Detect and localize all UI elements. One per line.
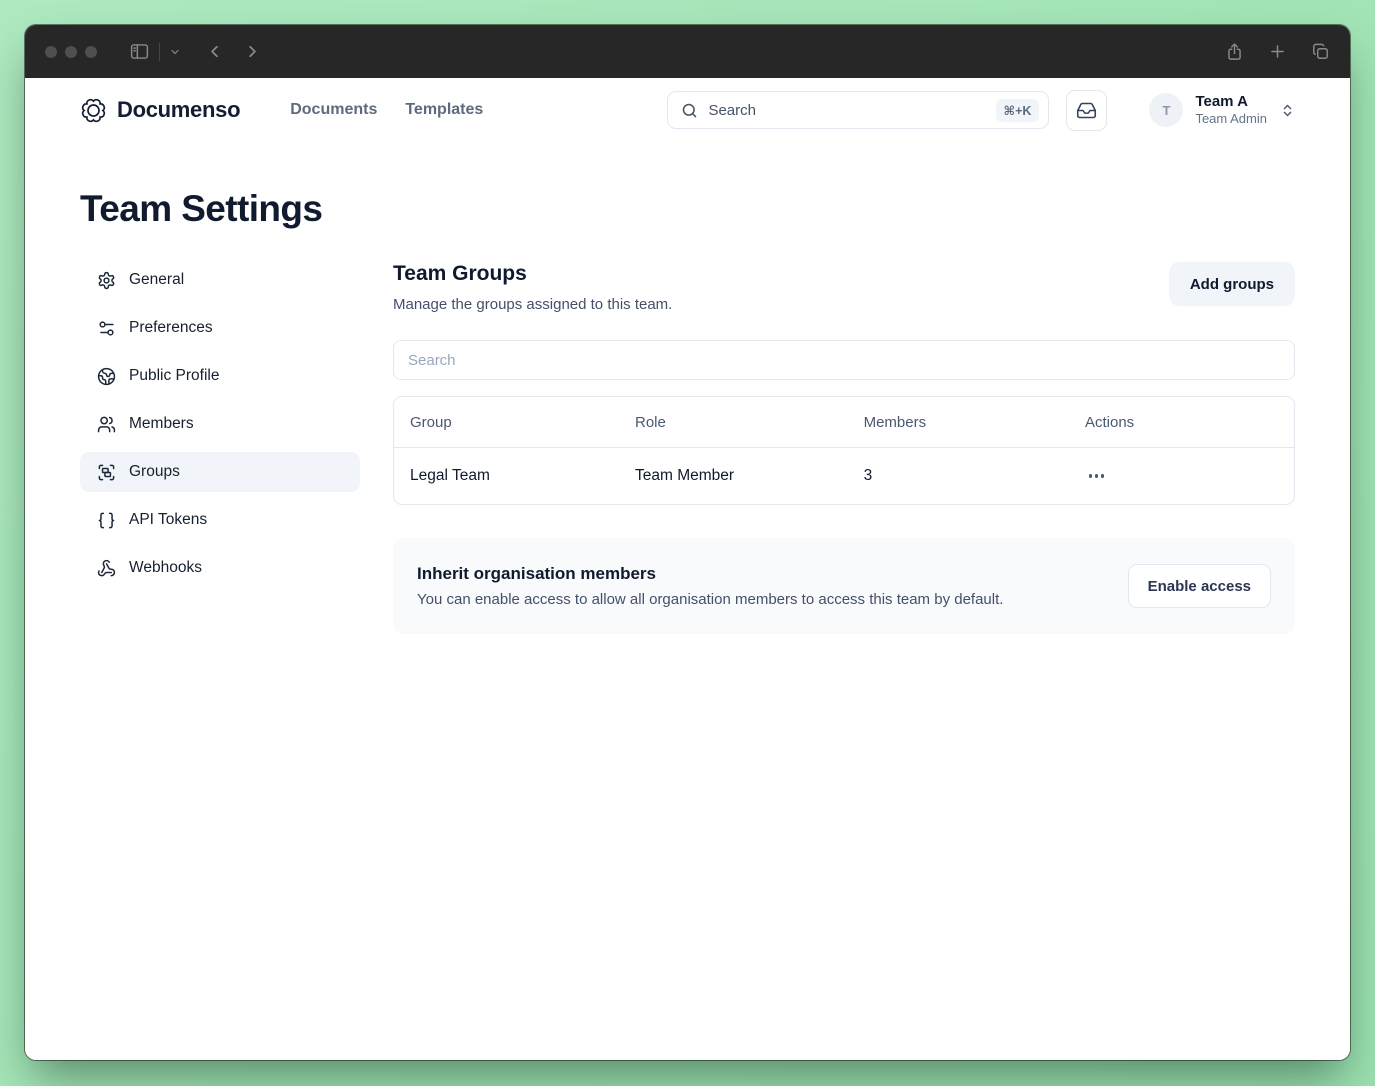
new-tab-icon[interactable]: [1268, 42, 1287, 61]
app-header: Documenso Documents Templates Search ⌘+K: [80, 78, 1295, 142]
row-actions-button[interactable]: [1085, 468, 1109, 484]
sidebar-item-label: Members: [129, 415, 194, 432]
column-header-role: Role: [635, 413, 666, 431]
cell-members-count: 3: [863, 467, 873, 484]
section-description: Manage the groups assigned to this team.: [393, 296, 673, 313]
sidebar-item-groups[interactable]: Groups: [80, 452, 360, 492]
inbox-button[interactable]: [1066, 89, 1108, 131]
more-horizontal-icon: [1088, 474, 1093, 478]
main-nav: Documents Templates: [290, 101, 483, 119]
team-avatar: T: [1149, 93, 1184, 127]
search-icon: [681, 102, 698, 119]
inbox-icon: [1076, 100, 1097, 121]
sidebar-item-label: Groups: [129, 463, 180, 480]
window-titlebar: [25, 25, 1350, 78]
documenso-seal-icon: [80, 97, 107, 124]
inherit-card-description: You can enable access to allow all organ…: [417, 591, 1004, 608]
close-window-button[interactable]: [45, 45, 57, 58]
global-search-placeholder: Search: [708, 101, 756, 119]
chevron-down-icon[interactable]: [169, 46, 181, 58]
sidebar-item-label: General: [129, 271, 185, 288]
sidebar-item-label: API Tokens: [129, 511, 208, 528]
users-icon: [97, 415, 116, 434]
sidebar-item-label: Public Profile: [129, 367, 220, 384]
sidebar-item-api-tokens[interactable]: API Tokens: [80, 500, 360, 540]
inherit-members-card: Inherit organisation members You can ena…: [393, 538, 1295, 634]
gear-icon: [97, 271, 116, 290]
section-title: Team Groups: [393, 262, 527, 285]
browser-window: Documenso Documents Templates Search ⌘+K: [25, 25, 1350, 1060]
inherit-card-title: Inherit organisation members: [417, 564, 656, 583]
nav-documents[interactable]: Documents: [290, 101, 377, 119]
chevrons-up-down-icon: [1280, 103, 1295, 118]
braces-icon: [97, 511, 116, 530]
column-header-actions: Actions: [1084, 413, 1135, 431]
share-icon[interactable]: [1225, 42, 1244, 62]
sidebar-toggle-icon[interactable]: [129, 41, 150, 62]
cell-role: Team Member: [635, 467, 735, 484]
column-header-members: Members: [863, 413, 927, 431]
sidebar-item-public-profile[interactable]: Public Profile: [80, 356, 360, 396]
brand-logo[interactable]: Documenso: [80, 97, 241, 124]
team-role: Team Admin: [1195, 110, 1267, 126]
add-groups-button[interactable]: Add groups: [1168, 262, 1295, 306]
forward-icon[interactable]: [243, 42, 262, 61]
column-header-group: Group: [410, 413, 452, 431]
groups-table: Group Role Members Actions Legal Team Te…: [393, 396, 1295, 505]
sidebar-item-webhooks[interactable]: Webhooks: [80, 548, 360, 588]
settings-sidebar: General Preferences Public Profile Membe…: [80, 260, 360, 634]
traffic-lights: [45, 45, 97, 58]
nav-templates[interactable]: Templates: [405, 101, 483, 119]
page-content: Documenso Documents Templates Search ⌘+K: [25, 78, 1350, 1060]
webhook-icon: [97, 559, 116, 578]
groups-table-header: Group Role Members Actions: [394, 397, 1294, 447]
cell-group-name: Legal Team: [410, 467, 490, 484]
globe-icon: [97, 367, 116, 386]
titlebar-divider: [159, 42, 160, 61]
sidebar-item-general[interactable]: General: [80, 260, 360, 300]
team-switcher[interactable]: T Team A Team Admin: [1149, 93, 1295, 127]
sidebar-item-label: Webhooks: [129, 559, 202, 576]
groups-search-input[interactable]: [393, 340, 1295, 380]
group-icon: [97, 463, 116, 482]
team-name: Team A: [1195, 92, 1248, 110]
sidebar-item-preferences[interactable]: Preferences: [80, 308, 360, 348]
brand-name: Documenso: [117, 97, 241, 122]
search-shortcut-badge: ⌘+K: [995, 98, 1040, 122]
tab-overview-icon[interactable]: [1311, 42, 1330, 61]
global-search[interactable]: Search ⌘+K: [667, 91, 1050, 129]
enable-access-button[interactable]: Enable access: [1127, 564, 1271, 608]
team-groups-section: Team Groups Manage the groups assigned t…: [393, 260, 1295, 634]
sidebar-item-label: Preferences: [129, 319, 213, 336]
back-icon[interactable]: [205, 42, 224, 61]
table-row: Legal Team Team Member 3: [394, 447, 1294, 504]
sliders-icon: [97, 319, 116, 338]
zoom-window-button[interactable]: [85, 45, 97, 58]
minimize-window-button[interactable]: [65, 45, 77, 58]
page-title: Team Settings: [80, 188, 323, 229]
sidebar-item-members[interactable]: Members: [80, 404, 360, 444]
